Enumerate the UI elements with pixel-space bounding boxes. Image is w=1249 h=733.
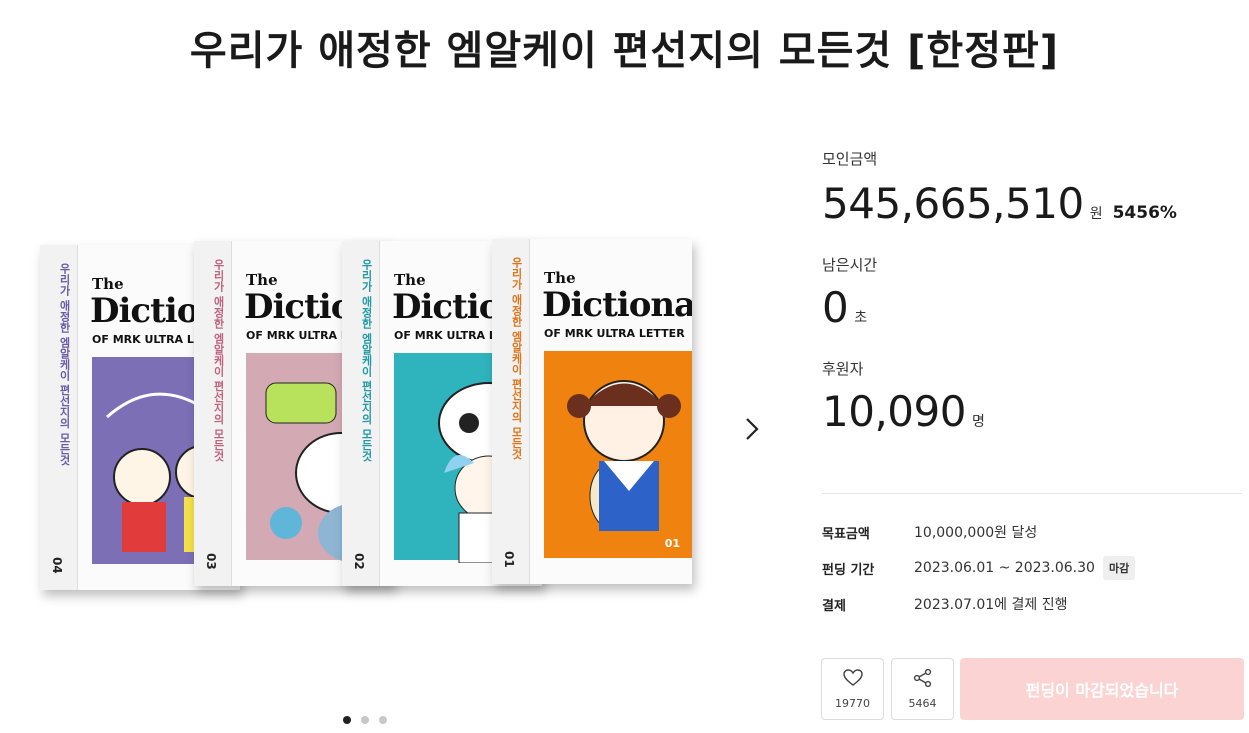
spine-title: 우리가 애정한 엠알케이 편선지의 모든것 <box>360 259 373 462</box>
book-spine: 우리가 애정한 엠알케이 편선지의 모든것 04 <box>40 245 78 590</box>
backers-value: 10,090 <box>822 387 966 436</box>
goal-row: 목표금액 10,000,000원 달성 <box>822 522 1242 542</box>
product-image-gallery[interactable]: 우리가 애정한 엠알케이 편선지의 모든것 04 The Dictionary … <box>0 235 790 595</box>
share-icon <box>913 668 933 691</box>
period-label: 펀딩 기간 <box>822 562 875 578</box>
spine-title: 우리가 애정한 엠알케이 편선지의 모든것 <box>58 263 71 466</box>
volume-badge: 01 <box>664 537 680 550</box>
gallery-pagination <box>343 716 387 724</box>
like-count: 19770 <box>835 696 870 710</box>
goal-value: 10,000,000원 달성 <box>914 525 1038 541</box>
payment-value: 2023.07.01에 결제 진행 <box>914 597 1068 613</box>
like-button[interactable]: 19770 <box>821 658 884 720</box>
cover-subtitle: OF MRK ULTRA LETTER <box>544 327 685 340</box>
share-button[interactable]: 5464 <box>891 658 954 720</box>
raised-amount: 545,665,510 <box>822 179 1084 228</box>
volume-number: 02 <box>352 553 366 570</box>
page-title: 우리가 애정한 엠알케이 편선지의 모든것 [한정판] <box>189 28 1060 74</box>
book-spine: 우리가 애정한 엠알케이 편선지의 모든것 01 <box>492 239 530 584</box>
period-value: 2023.06.01 ~ 2023.06.30 <box>914 560 1095 576</box>
funding-closed-button[interactable]: 펀딩이 마감되었습니다 <box>960 658 1244 720</box>
front-cover: The Dictionary OF MRK ULTRA LETTER 01 <box>530 239 692 584</box>
book-spine: 우리가 애정한 엠알케이 편선지의 모든것 02 <box>342 241 380 586</box>
raised-label: 모인금액 <box>822 150 878 168</box>
cover-dictionary: Dictionary <box>542 285 692 325</box>
time-label: 남은시간 <box>822 256 878 274</box>
spine-title: 우리가 애정한 엠알케이 편선지의 모든것 <box>212 259 225 462</box>
payment-row: 결제 2023.07.01에 결제 진행 <box>822 594 1242 614</box>
volume-number: 01 <box>502 551 516 568</box>
book-spine: 우리가 애정한 엠알케이 편선지의 모든것 03 <box>194 241 232 586</box>
share-count: 5464 <box>908 696 937 710</box>
payment-label: 결제 <box>822 598 846 614</box>
volume-number: 04 <box>50 557 64 574</box>
goal-label: 목표금액 <box>822 526 870 542</box>
time-unit: 초 <box>854 310 868 326</box>
chevron-right-icon[interactable] <box>740 415 762 443</box>
funding-summary: 모인금액 545,665,510 원 5456% 남은시간 0 초 후원자 10… <box>822 148 1242 436</box>
cover-illustration <box>544 351 692 558</box>
pagination-dot-1[interactable] <box>343 716 351 724</box>
period-row: 펀딩 기간 2023.06.01 ~ 2023.06.30 마감 <box>822 556 1242 580</box>
time-value: 0 <box>822 283 849 332</box>
volume-number: 03 <box>204 553 218 570</box>
pagination-dot-2[interactable] <box>361 716 369 724</box>
backers-label: 후원자 <box>822 360 864 378</box>
backers-unit: 명 <box>971 414 985 430</box>
spine-title: 우리가 애정한 엠알케이 편선지의 모든것 <box>510 257 523 460</box>
status-badge: 마감 <box>1102 556 1136 580</box>
heart-icon <box>842 668 863 691</box>
achievement-percent: 5456% <box>1112 203 1177 223</box>
book-cover-01: 우리가 애정한 엠알케이 편선지의 모든것 01 The Dictionary … <box>492 239 692 584</box>
divider <box>822 493 1242 494</box>
raised-unit: 원 <box>1089 206 1103 222</box>
pagination-dot-3[interactable] <box>379 716 387 724</box>
